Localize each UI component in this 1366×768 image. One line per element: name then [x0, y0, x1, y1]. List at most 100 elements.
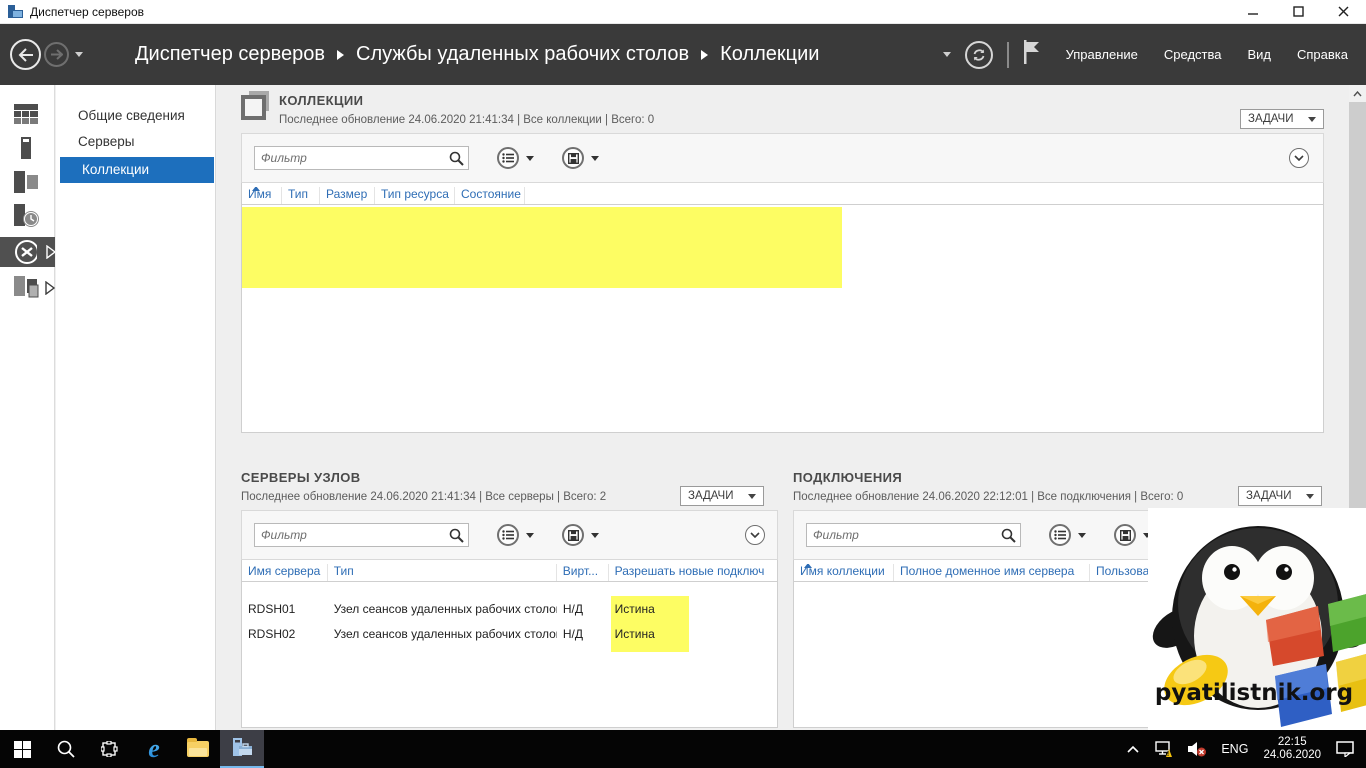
maximize-button[interactable] [1276, 0, 1321, 23]
host-servers-table-header: Имя сервера Тип Вирт... Разрешать новые … [242, 560, 777, 582]
cell-type: Узел сеансов удаленных рабочих столов [328, 627, 557, 641]
save-query-button[interactable] [1114, 524, 1136, 546]
collections-filter-input[interactable] [255, 147, 445, 169]
sidebar-item-collections[interactable]: Коллекции [60, 157, 214, 183]
col-header-server-name[interactable]: Имя сервера [242, 564, 328, 581]
col-header-state[interactable]: Состояние [455, 187, 525, 204]
notifications-flag-icon[interactable] [1023, 40, 1040, 69]
list-view-button[interactable] [1049, 524, 1071, 546]
scroll-up-button[interactable] [1349, 85, 1366, 102]
save-query-button[interactable] [562, 524, 584, 546]
search-icon [1001, 528, 1016, 543]
sidebar-icon-all-servers[interactable] [0, 169, 55, 195]
history-dropdown-icon[interactable] [75, 52, 83, 57]
sidebar-icon-file-services[interactable] [0, 275, 55, 301]
host-servers-subtitle: Последнее обновление 24.06.2020 21:41:34… [241, 491, 606, 503]
cell-server-name: RDSH01 [242, 602, 328, 616]
start-button[interactable] [0, 730, 44, 768]
action-center-icon[interactable] [1329, 730, 1366, 768]
clock-date: 24.06.2020 [1263, 749, 1321, 762]
title-bar: Диспетчер серверов [0, 0, 1366, 24]
connections-title: ПОДКЛЮЧЕНИЯ [793, 470, 902, 485]
col-header-virtualization[interactable]: Вирт... [557, 564, 609, 581]
internet-explorer-icon[interactable]: e [132, 730, 176, 768]
menu-view[interactable]: Вид [1247, 47, 1271, 62]
list-view-caret-icon[interactable] [526, 533, 534, 538]
menu-tools[interactable]: Средства [1164, 47, 1222, 62]
sidebar-icon-strip [0, 85, 55, 730]
menu-help[interactable]: Справка [1297, 47, 1348, 62]
tasks-button-label: ЗАДАЧИ [688, 490, 734, 502]
save-query-caret-icon[interactable] [591, 533, 599, 538]
col-header-server-fqdn[interactable]: Полное доменное имя сервера [894, 564, 1090, 581]
back-button[interactable] [10, 39, 41, 70]
expand-arrow-icon[interactable] [46, 245, 55, 259]
language-indicator[interactable]: ENG [1214, 730, 1255, 768]
tasks-button-label: ЗАДАЧИ [1248, 113, 1294, 125]
expand-arrow-icon[interactable] [45, 281, 55, 295]
host-servers-collapse-button[interactable] [745, 525, 765, 545]
col-header-type[interactable]: Тип [328, 564, 557, 581]
table-row[interactable]: RDSH01 Узел сеансов удаленных рабочих ст… [242, 596, 777, 621]
file-explorer-icon[interactable] [176, 730, 220, 768]
breadcrumb-server-manager[interactable]: Диспетчер серверов [135, 43, 325, 66]
col-header-collection-name[interactable]: Имя коллекции [794, 564, 894, 581]
cell-server-name: RDSH02 [242, 627, 328, 641]
clock[interactable]: 22:15 24.06.2020 [1255, 736, 1329, 762]
col-header-resource-type[interactable]: Тип ресурса [375, 187, 455, 204]
cell-type: Узел сеансов удаленных рабочих столов [328, 602, 557, 616]
col-header-type[interactable]: Тип [282, 187, 320, 204]
save-query-caret-icon[interactable] [591, 156, 599, 161]
search-icon [449, 151, 464, 166]
save-query-button[interactable] [562, 147, 584, 169]
col-header-size[interactable]: Размер [320, 187, 375, 204]
server-manager-taskbar-icon[interactable] [220, 730, 264, 768]
host-servers-filter [254, 523, 469, 547]
collections-collapse-button[interactable] [1289, 148, 1309, 168]
collections-tasks-button[interactable]: ЗАДАЧИ [1240, 109, 1324, 129]
breadcrumb-separator-icon [337, 50, 344, 60]
network-status-icon[interactable]: ! [1146, 730, 1180, 768]
table-row[interactable]: RDSH02 Узел сеансов удаленных рабочих ст… [242, 621, 777, 646]
list-view-button[interactable] [497, 524, 519, 546]
task-view-icon[interactable] [88, 730, 132, 768]
list-view-caret-icon[interactable] [526, 156, 534, 161]
tasks-caret-icon [1308, 117, 1316, 122]
col-header-name[interactable]: Имя [242, 187, 282, 204]
col-header-allow-new-connections[interactable]: Разрешать новые подключ [609, 564, 777, 581]
host-servers-tasks-button[interactable]: ЗАДАЧИ [680, 486, 764, 506]
breadcrumb-collections[interactable]: Коллекции [720, 43, 819, 66]
host-servers-filter-input[interactable] [255, 524, 445, 546]
sidebar-icon-file-storage-services[interactable] [0, 203, 55, 229]
sidebar-icon-remote-desktop-services[interactable] [0, 237, 55, 267]
clock-time: 22:15 [1263, 736, 1321, 749]
breadcrumb: Диспетчер серверов Службы удаленных рабо… [135, 43, 819, 66]
connections-filter-input[interactable] [807, 524, 997, 546]
sidebar-item-overview[interactable]: Общие сведения [56, 103, 215, 129]
sidebar-item-servers[interactable]: Серверы [56, 129, 215, 155]
host-servers-table: Имя сервера Тип Вирт... Разрешать новые … [241, 560, 778, 728]
scope-dropdown-icon[interactable] [943, 52, 951, 57]
collections-table-header: Имя Тип Размер Тип ресурса Состояние [242, 183, 1323, 205]
refresh-button[interactable] [965, 41, 993, 69]
tasks-button-label: ЗАДАЧИ [1246, 490, 1292, 502]
collections-subtitle: Последнее обновление 24.06.2020 21:41:34… [279, 114, 654, 126]
sidebar-icon-dashboard[interactable] [0, 101, 55, 127]
tray-chevron-up-icon[interactable] [1120, 730, 1146, 768]
taskbar-search-icon[interactable] [44, 730, 88, 768]
minimize-button[interactable] [1231, 0, 1276, 23]
close-button[interactable] [1321, 0, 1366, 23]
forward-button[interactable] [44, 42, 69, 67]
window-title: Диспетчер серверов [30, 5, 144, 19]
collections-table: Имя Тип Размер Тип ресурса Состояние [241, 183, 1324, 433]
sidebar-icon-local-server[interactable] [0, 135, 55, 161]
menu-manage[interactable]: Управление [1066, 47, 1138, 62]
breadcrumb-rds[interactable]: Службы удаленных рабочих столов [356, 43, 689, 66]
volume-muted-icon[interactable] [1180, 730, 1214, 768]
connections-tasks-button[interactable]: ЗАДАЧИ [1238, 486, 1322, 506]
cell-virtualization: Н/Д [557, 602, 609, 616]
list-view-caret-icon[interactable] [1078, 533, 1086, 538]
host-servers-title: СЕРВЕРЫ УЗЛОВ [241, 470, 361, 485]
list-view-button[interactable] [497, 147, 519, 169]
server-manager-app-icon [8, 5, 23, 18]
